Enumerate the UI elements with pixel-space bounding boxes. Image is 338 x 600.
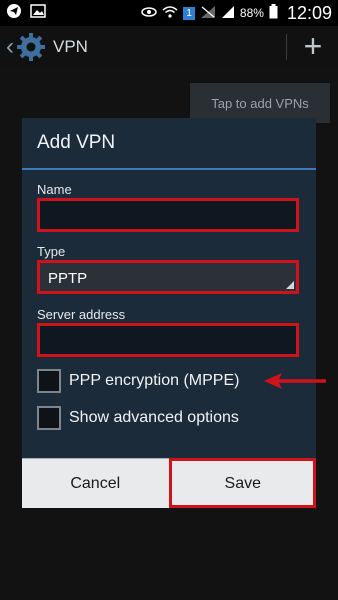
chevron-left-icon[interactable]: ‹ <box>6 35 14 59</box>
name-label: Name <box>37 182 72 197</box>
type-label: Type <box>37 244 66 259</box>
dialog-title: Add VPN <box>37 132 116 153</box>
advanced-options-label: Show advanced options <box>69 409 239 426</box>
ppp-encryption-option[interactable]: PPP encryption (MPPE) <box>37 369 239 393</box>
advanced-options-checkbox[interactable] <box>37 406 61 430</box>
dialog-title-separator <box>22 168 316 170</box>
ppp-encryption-label: PPP encryption (MPPE) <box>69 372 240 389</box>
telegram-icon <box>6 3 22 24</box>
battery-percent: 88% <box>239 6 264 20</box>
eye-icon <box>141 6 158 21</box>
ppp-encryption-checkbox[interactable] <box>37 369 61 393</box>
plus-icon[interactable]: + <box>298 30 328 62</box>
add-vpn-tooltip: Tap to add VPNs <box>190 83 330 123</box>
advanced-options-option[interactable]: Show advanced options <box>37 406 239 430</box>
gear-icon <box>16 32 46 62</box>
status-bar: 1 88% 12:09 <box>0 0 338 26</box>
type-dropdown-value: PPTP <box>48 270 88 287</box>
page-title: VPN <box>53 37 88 56</box>
dropdown-corner-icon <box>286 281 294 289</box>
wifi-icon <box>162 5 178 22</box>
server-address-input[interactable] <box>37 323 299 357</box>
action-bar: ‹ VPN + <box>0 26 338 68</box>
sim-badge: 1 <box>183 6 195 20</box>
server-address-label: Server address <box>37 307 126 322</box>
dialog-button-bar: Cancel Save <box>22 458 316 508</box>
save-button[interactable]: Save <box>168 458 316 508</box>
annotation-arrow-icon <box>264 373 326 389</box>
clock: 12:09 <box>286 2 332 23</box>
cancel-button[interactable]: Cancel <box>22 458 169 508</box>
signal-icon <box>221 5 235 22</box>
battery-icon <box>269 4 278 22</box>
name-input[interactable] <box>37 198 299 232</box>
type-dropdown[interactable]: PPTP <box>37 260 299 294</box>
gallery-icon <box>30 3 46 23</box>
action-divider <box>286 34 287 60</box>
no-signal-icon <box>200 5 216 22</box>
add-vpn-dialog: Add VPN Name Type PPTP Server address PP… <box>22 118 316 508</box>
